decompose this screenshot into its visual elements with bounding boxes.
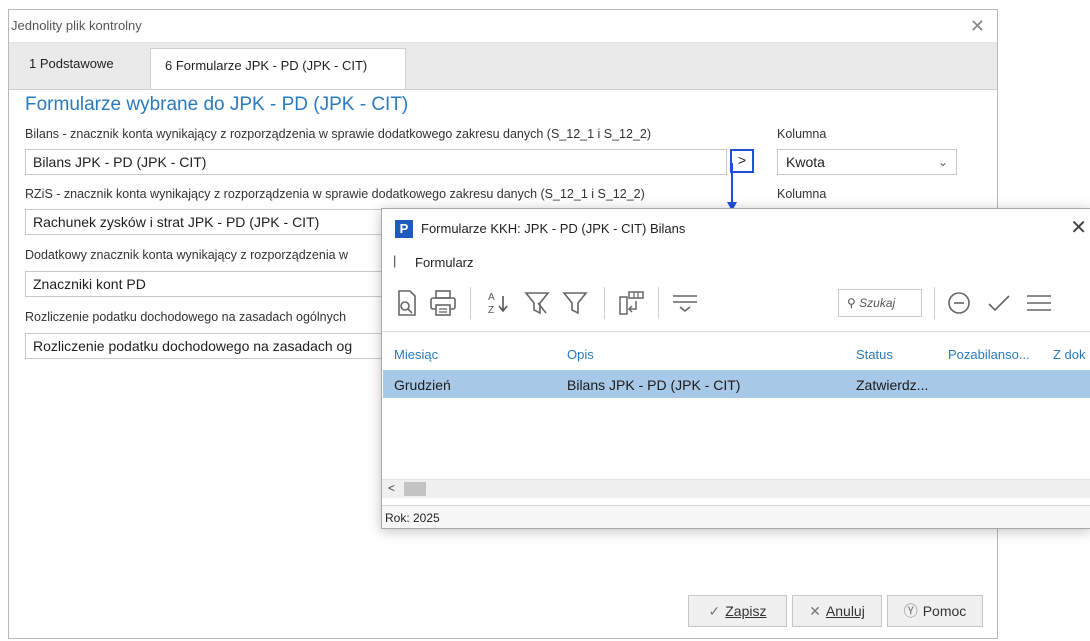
- column-header-miesiac[interactable]: Miesiąc: [394, 347, 438, 362]
- column-header-opis[interactable]: Opis: [567, 347, 594, 362]
- svg-text:Z: Z: [488, 305, 494, 316]
- search-input[interactable]: ⚲ Szukaj: [838, 289, 922, 317]
- section-heading: Formularze wybrane do JPK - PD (JPK - CI…: [25, 94, 409, 115]
- popup-menu-bar: | Formularz: [382, 247, 1090, 275]
- kolumna-label: Kolumna: [777, 187, 827, 201]
- save-button-label: Zapisz: [725, 603, 767, 619]
- cell-miesiac: Grudzień: [394, 377, 451, 393]
- horizontal-scrollbar[interactable]: <: [382, 479, 1090, 498]
- toolbar-separator: [604, 287, 605, 319]
- window-title: Jednolity plik kontrolny: [11, 18, 142, 33]
- tab-label: 6 Formularze JPK - PD (JPK - CIT): [165, 58, 368, 73]
- bilans-field[interactable]: Bilans JPK - PD (JPK - CIT): [25, 149, 727, 175]
- grid-header: Miesiąc Opis Status Pozabilanso... Z dok: [382, 341, 1090, 367]
- popup-title: Formularze KKH: JPK - PD (JPK - CIT) Bil…: [421, 221, 686, 236]
- tab-bar: 1 Podstawowe 6 Formularze JPK - PD (JPK …: [9, 43, 997, 90]
- filter-icon[interactable]: [560, 288, 590, 318]
- status-year: Rok: 2025: [385, 511, 440, 525]
- toolbar-separator: [658, 287, 659, 319]
- app-logo-icon: P: [395, 220, 413, 238]
- close-icon[interactable]: ✕: [970, 16, 985, 37]
- column-header-pozabilansowe[interactable]: Pozabilanso...: [948, 347, 1030, 362]
- check-icon[interactable]: [984, 288, 1014, 318]
- chevron-down-icon: ⌄: [937, 155, 948, 169]
- cancel-button-label: Anuluj: [825, 603, 865, 619]
- popup-toolbar: A Z ⚲ Szukaj: [382, 277, 1090, 332]
- sort-az-icon[interactable]: A Z: [482, 288, 512, 318]
- cancel-button[interactable]: ✕ Anuluj: [792, 595, 882, 627]
- formularze-popup: P Formularze KKH: JPK - PD (JPK - CIT) B…: [381, 208, 1090, 529]
- menu-separator: |: [393, 253, 397, 268]
- search-placeholder: Szukaj: [859, 296, 896, 310]
- tab-podstawowe[interactable]: 1 Podstawowe: [21, 49, 122, 79]
- menu-item-formularz[interactable]: Formularz: [415, 255, 474, 270]
- help-button-label: Pomoc: [922, 603, 967, 619]
- kolumna-select-value: Kwota: [786, 154, 825, 170]
- table-row[interactable]: Grudzień Bilans JPK - PD (JPK - CIT) Zat…: [383, 370, 1090, 398]
- columns-icon[interactable]: [616, 288, 646, 318]
- scroll-left-icon[interactable]: <: [388, 481, 395, 495]
- bilans-label: Bilans - znacznik konta wynikający z roz…: [25, 127, 652, 141]
- close-icon[interactable]: ✕: [1070, 215, 1087, 240]
- rzis-label: RZiS - znacznik konta wynikający z rozpo…: [25, 187, 645, 201]
- column-header-status[interactable]: Status: [856, 347, 893, 362]
- cell-status: Zatwierdz...: [856, 377, 929, 393]
- column-header-z-dok[interactable]: Z dok: [1053, 347, 1086, 362]
- title-bar: Jednolity plik kontrolny ✕: [9, 10, 997, 43]
- kolumna-select[interactable]: Kwota ⌄: [777, 149, 957, 175]
- toolbar-separator: [934, 287, 935, 319]
- menu-icon[interactable]: [1024, 288, 1054, 318]
- rozliczenie-label: Rozliczenie podatku dochodowego na zasad…: [25, 310, 347, 324]
- open-form-button[interactable]: >: [730, 149, 754, 173]
- popup-title-bar: P Formularze KKH: JPK - PD (JPK - CIT) B…: [382, 209, 1090, 247]
- tab-formularze-jpk[interactable]: 6 Formularze JPK - PD (JPK - CIT): [150, 48, 406, 89]
- cell-opis: Bilans JPK - PD (JPK - CIT): [567, 377, 741, 393]
- filter-clear-icon[interactable]: [522, 288, 552, 318]
- dodatkowy-label: Dodatkowy znacznik konta wynikający z ro…: [25, 248, 349, 262]
- toolbar-separator: [470, 287, 471, 319]
- connector-line: [731, 163, 733, 204]
- kolumna-label: Kolumna: [777, 127, 827, 141]
- help-icon: Ⓨ: [903, 603, 918, 619]
- check-icon: ✓: [708, 603, 721, 619]
- group-icon[interactable]: [670, 288, 700, 318]
- close-icon: ✕: [809, 603, 821, 619]
- status-bar: Rok: 2025: [382, 505, 1090, 528]
- preview-icon[interactable]: [392, 288, 422, 318]
- print-icon[interactable]: [428, 288, 458, 318]
- help-button[interactable]: Ⓨ Pomoc: [887, 595, 983, 627]
- svg-text:A: A: [488, 292, 495, 303]
- save-button[interactable]: ✓ Zapisz: [688, 595, 787, 627]
- tab-label: 1 Podstawowe: [29, 56, 114, 71]
- minus-circle-icon[interactable]: [944, 288, 974, 318]
- scrollbar-thumb[interactable]: [404, 482, 426, 496]
- search-icon: ⚲: [847, 296, 856, 310]
